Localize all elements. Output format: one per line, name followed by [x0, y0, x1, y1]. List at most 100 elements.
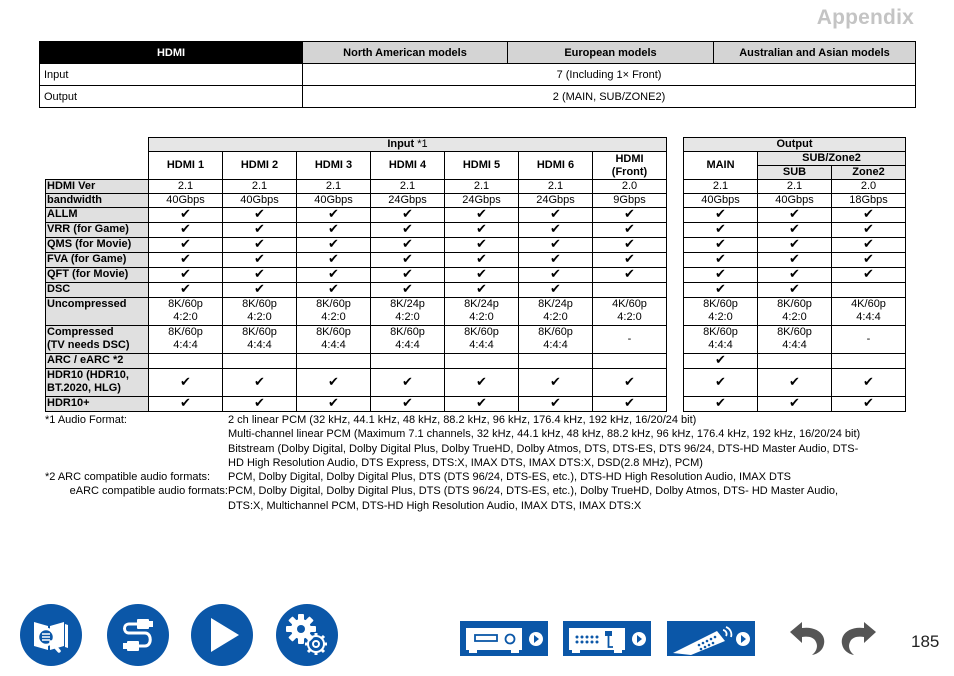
spec-cell: 8K/60p 4:2:0	[757, 297, 832, 326]
spec-cell: ✔	[370, 396, 445, 412]
remote-controller-button[interactable]	[667, 621, 755, 656]
column-gap	[666, 325, 684, 354]
section-title: Appendix	[816, 6, 914, 29]
spec-cell: ✔	[831, 368, 906, 397]
output-group-header: Output	[683, 137, 906, 152]
check-icon: ✔	[789, 267, 800, 282]
connections-nav-button[interactable]	[107, 604, 169, 666]
spec-cell: 2.1	[148, 179, 223, 194]
column-gap	[666, 368, 684, 397]
book-search-icon	[34, 622, 68, 653]
check-icon: ✔	[476, 267, 487, 282]
spec-cell: ✔	[222, 222, 297, 238]
cell-line: 8K/60p	[538, 326, 573, 338]
spec-cell: ✔	[518, 222, 593, 238]
spec-cell: 24Gbps	[444, 193, 519, 208]
spec-cell: ✔	[444, 368, 519, 397]
check-icon: ✔	[789, 207, 800, 222]
check-icon: ✔	[624, 267, 635, 282]
setup-nav-button[interactable]	[276, 604, 338, 666]
spec-cell	[757, 353, 832, 369]
footnote-key	[45, 499, 228, 513]
check-icon: ✔	[476, 282, 487, 297]
spec-cell: ✔	[757, 237, 832, 253]
spec-cell: ✔	[592, 237, 667, 253]
row-label-line: HDR10 (HDR10,	[47, 369, 129, 381]
summary-header-north-american: North American models	[302, 41, 508, 64]
cell-line: 4:2:0	[173, 311, 198, 323]
check-icon: ✔	[715, 207, 726, 222]
check-icon: ✔	[254, 282, 265, 297]
playback-nav-button[interactable]	[191, 604, 253, 666]
spec-cell: ✔	[683, 222, 758, 238]
cell-line: 4:4:4	[543, 339, 568, 351]
spec-cell: ✔	[444, 282, 519, 298]
cell-line: 4:2:0	[469, 311, 494, 323]
spec-cell: -	[592, 325, 667, 354]
check-icon: ✔	[476, 252, 487, 267]
footnote-text: PCM, Dolby Digital, Dolby Digital Plus, …	[228, 471, 792, 484]
spec-cell: ✔	[831, 237, 906, 253]
check-icon: ✔	[715, 237, 726, 252]
front-panel-button[interactable]	[460, 621, 548, 656]
spec-cell: -	[831, 325, 906, 354]
column-gap	[666, 137, 684, 180]
check-icon: ✔	[789, 282, 800, 297]
col-header-hdmi-front: HDMI (Front)	[592, 151, 667, 180]
spec-cell: 2.1	[370, 179, 445, 194]
footnote-text: HD High Resolution Audio, DTS Express, D…	[228, 456, 703, 469]
spec-cell: ✔	[148, 252, 223, 268]
check-icon: ✔	[863, 237, 874, 252]
spec-cell: 8K/60p 4:4:4	[222, 325, 297, 354]
spec-cell: 40Gbps	[757, 193, 832, 208]
row-label: bandwidth	[45, 193, 149, 208]
spec-cell: 40Gbps	[296, 193, 371, 208]
check-icon: ✔	[715, 222, 726, 237]
contents-nav-button[interactable]	[20, 604, 82, 666]
row-label: ALLM	[45, 207, 149, 223]
spec-cell: ✔	[148, 396, 223, 412]
rear-panel-button[interactable]	[563, 621, 651, 656]
summary-label: Input	[39, 63, 303, 86]
spec-row: VRR (for Game) ✔ ✔ ✔ ✔ ✔ ✔ ✔ ✔ ✔ ✔	[45, 222, 906, 238]
spec-cell: 8K/24p 4:2:0	[518, 297, 593, 326]
spec-cell: ✔	[592, 252, 667, 268]
check-icon: ✔	[402, 237, 413, 252]
cell-line: 4:4:4	[782, 339, 807, 351]
cell-line: 4:4:4	[708, 339, 733, 351]
spec-cell: ✔	[296, 207, 371, 223]
spec-cell: ✔	[222, 252, 297, 268]
check-icon: ✔	[550, 282, 561, 297]
spec-cell: 8K/60p 4:4:4	[148, 325, 223, 354]
cell-line: 4:4:4	[856, 311, 881, 323]
cell-line: 4:2:0	[395, 311, 420, 323]
cell-line: 4K/60p	[612, 298, 647, 310]
spec-cell: ✔	[370, 267, 445, 283]
spec-cell: ✔	[444, 207, 519, 223]
cell-line: 8K/60p	[390, 326, 425, 338]
spec-cell: ✔	[444, 252, 519, 268]
column-gap	[666, 353, 684, 369]
spec-cell: ✔	[683, 368, 758, 397]
spec-cell: 24Gbps	[518, 193, 593, 208]
back-arrow-icon[interactable]	[786, 620, 828, 656]
cell-line: 4:4:4	[469, 339, 494, 351]
check-icon: ✔	[550, 237, 561, 252]
spec-cell: ✔	[222, 237, 297, 253]
summary-header-australian-asian: Australian and Asian models	[713, 41, 916, 64]
forward-arrow-icon[interactable]	[838, 620, 880, 656]
check-icon: ✔	[328, 252, 339, 267]
row-label: VRR (for Game)	[45, 222, 149, 238]
cell-line: 4:2:0	[617, 311, 642, 323]
spec-cell: 40Gbps	[683, 193, 758, 208]
footnote-text: Bitstream (Dolby Digital, Dolby Digital …	[228, 442, 859, 455]
spec-row: ARC / eARC *2 ✔	[45, 353, 906, 369]
check-icon: ✔	[254, 222, 265, 237]
cell-line: 4:4:4	[321, 339, 346, 351]
row-label: QMS (for Movie)	[45, 237, 149, 253]
summary-row-output: Output 2 (MAIN, SUB/ZONE2)	[39, 85, 916, 108]
spec-cell: ✔	[370, 237, 445, 253]
footnote-line: Bitstream (Dolby Digital, Dolby Digital …	[45, 442, 918, 456]
cell-line: 8K/60p	[242, 298, 277, 310]
spec-cell: ✔	[222, 267, 297, 283]
